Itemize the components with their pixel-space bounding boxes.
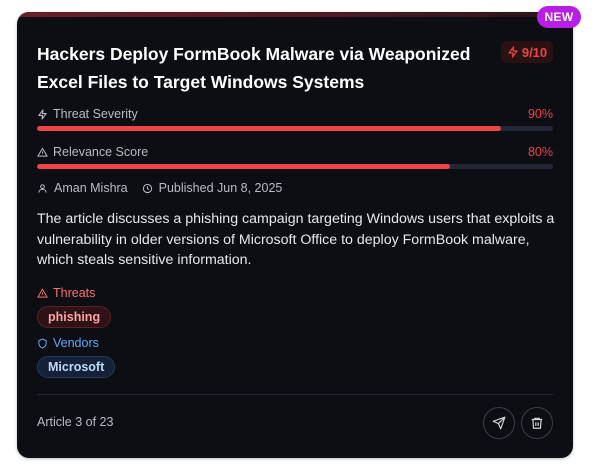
article-title: Hackers Deploy FormBook Malware via Weap…	[37, 44, 471, 92]
vendors-label: Vendors	[37, 336, 99, 350]
shield-icon	[38, 337, 47, 349]
relevance-score-percent: 80%	[527, 145, 553, 159]
article-meta: Aman Mishra Published Jun 8, 2025	[37, 181, 282, 195]
threat-severity-percent: 90%	[527, 107, 553, 121]
delete-button[interactable]	[521, 407, 553, 439]
score-badge: 9/10	[501, 41, 553, 63]
vendor-tag-microsoft[interactable]: Microsoft	[37, 356, 116, 378]
lightning-icon	[508, 46, 518, 58]
warning-triangle-icon	[37, 147, 48, 157]
published-text: Published Jun 8, 2025	[158, 181, 283, 195]
user-icon	[38, 183, 47, 193]
send-button[interactable]	[483, 407, 515, 439]
clock-icon	[142, 183, 152, 193]
author-name: Aman Mishra	[54, 181, 128, 195]
threat-severity-bar-fill	[37, 126, 502, 131]
article-card: Hackers Deploy FormBook Malware via Weap…	[17, 12, 573, 458]
threat-tag-phishing[interactable]: phishing	[37, 306, 112, 328]
threat-severity-bar	[37, 126, 553, 131]
article-position: Article 3 of 23	[37, 415, 114, 429]
lightning-icon	[38, 108, 47, 120]
relevance-score-label: Relevance Score	[37, 145, 148, 159]
published-date: Published Jun 8, 2025	[142, 181, 283, 195]
relevance-score-bar-fill	[37, 164, 450, 169]
threat-severity-label: Threat Severity	[37, 107, 138, 121]
relevance-score-bar	[37, 164, 553, 169]
author: Aman Mishra	[37, 181, 128, 195]
trash-icon	[531, 417, 543, 429]
warning-triangle-icon	[37, 288, 48, 298]
score-value: 9/10	[521, 44, 548, 60]
article-summary: The article discusses a phishing campaig…	[37, 211, 555, 268]
new-badge: NEW	[537, 6, 581, 28]
card-accent-bar	[17, 12, 573, 17]
send-icon	[492, 416, 506, 430]
footer-divider	[37, 394, 553, 395]
threats-label: Threats	[37, 286, 95, 300]
